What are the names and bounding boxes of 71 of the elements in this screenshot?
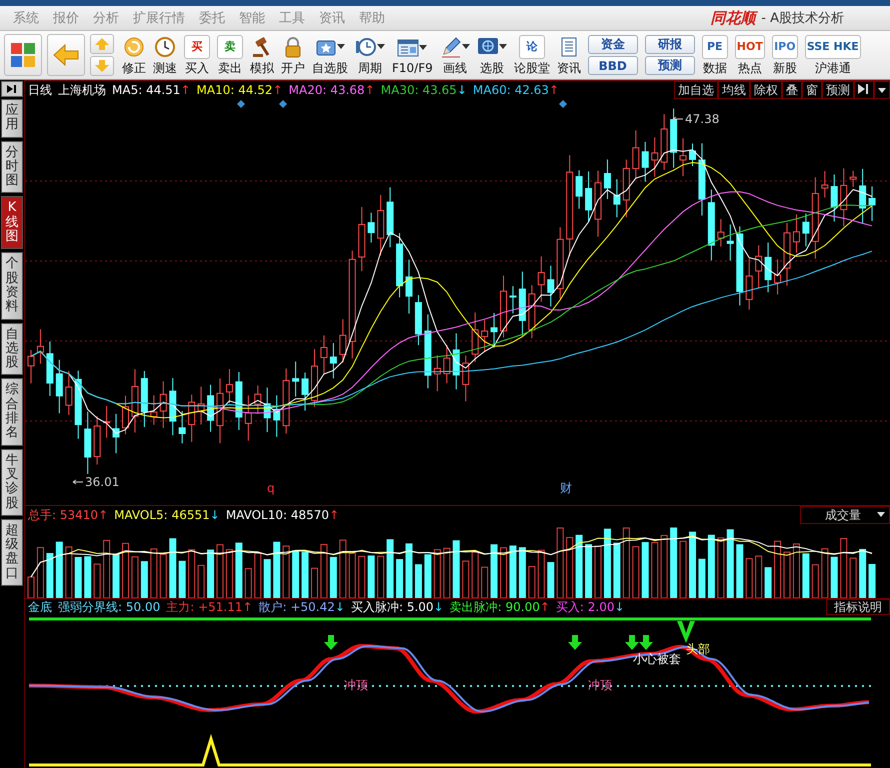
app-logo: 同花顺 bbox=[710, 8, 756, 28]
indicator-value: 总手: 53410↑ bbox=[28, 506, 108, 524]
toolbar-button[interactable]: 测速 bbox=[150, 32, 180, 78]
glyph-icon: 论 bbox=[518, 34, 545, 58]
high-price-label: 47.38 bbox=[685, 113, 720, 125]
glyph-icon: 买 bbox=[184, 34, 210, 58]
toolbar-button[interactable]: 论 论股堂 bbox=[510, 32, 553, 78]
toolbar-button[interactable]: 卖 卖出 bbox=[214, 32, 246, 78]
low-price-label: 36.01 bbox=[85, 476, 120, 488]
toolbar-button[interactable]: IPO 新股 bbox=[768, 32, 801, 78]
glyph-icon: IPO bbox=[772, 34, 798, 58]
glyph-icon: 卖 bbox=[217, 34, 243, 58]
indicator-value: 强弱分界线: 50.00 bbox=[58, 598, 160, 616]
chart-button[interactable]: 均线 bbox=[718, 81, 750, 99]
toolbar-button[interactable]: 研报 bbox=[644, 35, 695, 54]
toolbar-button[interactable]: SSE HKE 沪港通 bbox=[802, 32, 864, 78]
side-tab[interactable]: 应用 bbox=[1, 99, 23, 138]
chart-button[interactable]: 除权 bbox=[750, 81, 782, 99]
indicator-value: MA20: 43.68↑ bbox=[288, 83, 375, 97]
indicator-dropdown[interactable]: 成交量 bbox=[800, 506, 890, 524]
side-tab[interactable]: 超级盘口 bbox=[1, 518, 23, 586]
signal-label: 冲顶 bbox=[344, 679, 368, 691]
period-label: 日线 bbox=[28, 82, 52, 98]
stock-name: 上海机场 bbox=[58, 82, 106, 98]
chart-button[interactable]: 预测 bbox=[822, 81, 854, 99]
toolbar-button[interactable]: 资金 bbox=[588, 35, 638, 54]
toolbar-button[interactable]: 预测 bbox=[644, 56, 695, 75]
toolbar-button[interactable]: 资讯 bbox=[554, 32, 584, 78]
glyph-icon: PE bbox=[702, 34, 728, 58]
toolbar-button[interactable]: 修正 bbox=[119, 32, 149, 78]
indicator-value: 主力: +51.11↑ bbox=[166, 598, 253, 616]
side-tab[interactable]: 分时图 bbox=[1, 140, 23, 194]
side-tab[interactable]: 综合排名 bbox=[1, 378, 23, 446]
event-marker: q bbox=[267, 482, 275, 494]
indicator-value: 散户: +50.42↓ bbox=[258, 598, 345, 616]
indicator-value: MA10: 44.52↑ bbox=[196, 83, 283, 97]
glyph-icon: SSE HKE bbox=[804, 34, 861, 58]
chart-button[interactable]: 加自选 bbox=[674, 81, 718, 99]
indicator-value: MA60: 42.63↑ bbox=[472, 83, 559, 97]
event-marker: 财 bbox=[560, 482, 572, 494]
toolbar-button[interactable]: 画线 bbox=[436, 32, 473, 78]
indicator-help-button[interactable]: 指标说明 bbox=[826, 599, 890, 615]
toolbar-button[interactable]: BBD bbox=[588, 56, 638, 75]
toolbar-button[interactable]: 自选股 bbox=[309, 32, 351, 78]
indicator-value: 买入: 2.00↓ bbox=[556, 598, 625, 616]
indicator-value: 买入脉冲: 5.00↓ bbox=[350, 598, 444, 616]
side-tab[interactable]: K线图 bbox=[1, 196, 23, 250]
indicator-value: MAVOL5: 46551↓ bbox=[114, 508, 220, 522]
toolbar-button[interactable]: PE 数据 bbox=[698, 32, 731, 78]
indicator-value: 卖出脉冲: 90.00↑ bbox=[450, 598, 550, 616]
toolbar-button[interactable]: 周期 bbox=[352, 32, 388, 78]
indicator-value: MAVOL10: 48570↑ bbox=[226, 508, 340, 522]
side-tab[interactable]: 自选股 bbox=[1, 322, 23, 376]
indicator-value: MA5: 44.51↑ bbox=[112, 83, 190, 97]
signal-label: 小心被套 bbox=[633, 653, 681, 665]
chart-button[interactable]: 叠 bbox=[782, 81, 802, 99]
signal-label: 头部 bbox=[686, 643, 710, 655]
toolbar-button[interactable]: 开户 bbox=[278, 32, 308, 78]
indicator-value: MA30: 43.65↓ bbox=[380, 83, 467, 97]
signal-label: 冲顶 bbox=[588, 679, 612, 691]
indicator-name: 金底 bbox=[28, 598, 52, 616]
glyph-icon: HOT bbox=[734, 34, 765, 58]
chart-button[interactable]: 窗 bbox=[802, 81, 822, 99]
side-tab[interactable]: 牛叉诊股 bbox=[1, 448, 23, 516]
toolbar-button[interactable]: HOT 热点 bbox=[732, 32, 768, 78]
toolbar-button[interactable]: 买 买入 bbox=[181, 32, 213, 78]
toolbar-button[interactable]: F10/F9 bbox=[389, 32, 436, 78]
toolbar-button[interactable]: 模拟 bbox=[247, 32, 277, 78]
window-title: - A股技术分析 bbox=[761, 10, 844, 27]
side-tab[interactable]: 个股资料 bbox=[1, 252, 23, 320]
toolbar-button[interactable]: 选股 bbox=[474, 32, 510, 78]
